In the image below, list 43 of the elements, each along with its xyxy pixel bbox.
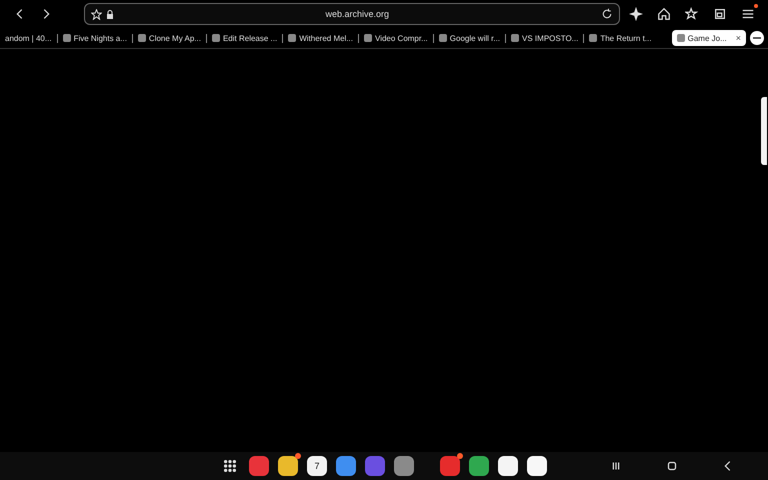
favicon-icon [62, 34, 71, 42]
home-button-icon[interactable] [665, 459, 679, 473]
browser-tab[interactable]: VS IMPOSTO... [506, 30, 584, 46]
favicon-icon [212, 34, 220, 42]
browser-tab[interactable]: Clone My Ap... [132, 30, 206, 46]
notification-badge [457, 453, 463, 459]
favicon-icon [364, 34, 372, 42]
calendar-app-icon[interactable]: 7 [307, 456, 327, 476]
favicon-icon [288, 34, 296, 42]
app-icon[interactable] [527, 456, 547, 476]
new-tab-button[interactable] [750, 31, 764, 45]
browser-tab[interactable]: Withered Mel... [283, 30, 358, 46]
app-icon[interactable] [336, 456, 356, 476]
favicon-icon [138, 34, 146, 42]
notification-badge [295, 453, 301, 459]
browser-tab[interactable]: Game Jo... × [672, 30, 746, 46]
favicon-icon [676, 34, 685, 42]
browser-tab[interactable]: Google will r... [434, 30, 506, 46]
close-tab-button[interactable]: × [736, 33, 741, 43]
tabs-icon[interactable] [713, 7, 727, 21]
app-icon[interactable] [469, 456, 489, 476]
browser-tab[interactable]: The Return t... [584, 30, 656, 46]
browser-tab[interactable]: Edit Release ... [206, 30, 282, 46]
app-icon[interactable] [498, 456, 518, 476]
browser-tab[interactable]: andom | 40... [0, 30, 57, 46]
favicon-icon [589, 34, 598, 42]
app-icon[interactable] [394, 456, 414, 476]
home-icon[interactable] [657, 7, 671, 21]
scrollbar-thumb[interactable] [761, 97, 767, 165]
favicon-icon [438, 34, 447, 42]
apps-grid-icon[interactable] [223, 459, 237, 473]
address-bar[interactable]: web.archive.org [84, 3, 620, 25]
bookmarks-icon[interactable] [685, 7, 699, 21]
notification-dot [754, 4, 758, 8]
reload-icon[interactable] [600, 8, 613, 20]
favicon-icon [511, 34, 520, 42]
browser-tab[interactable]: Video Compr... [359, 30, 433, 46]
star-icon[interactable] [90, 8, 102, 20]
sparkle-icon[interactable] [629, 7, 643, 21]
lock-icon [106, 10, 114, 18]
app-icon[interactable] [278, 456, 298, 476]
url-text: web.archive.org [324, 9, 390, 19]
browser-tab[interactable]: Five Nights a... [58, 30, 132, 46]
